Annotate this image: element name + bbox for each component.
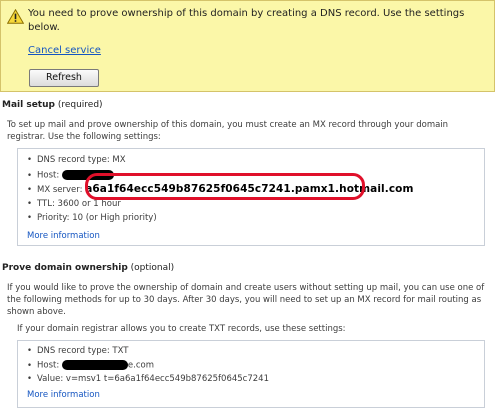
txt-host: • Host: e.com (27, 360, 155, 371)
mail-setup-intro: To set up mail and prove ownership of th… (7, 120, 449, 142)
mx-priority: • Priority: 10 (or High priority) (27, 213, 157, 223)
bullet: • (27, 185, 33, 195)
mx-server: • MX server: a6a1f64ecc549b87625f0645c724… (27, 183, 414, 196)
mail-setup-suffix: (required) (54, 100, 103, 110)
mail-settings-box: • DNS record type: MX • Host: • MX server: … (17, 148, 485, 246)
mail-setup-heading: Mail setup (required) (2, 100, 103, 110)
cancel-service-link[interactable]: Cancel service (28, 45, 101, 56)
bullet: • (27, 199, 33, 209)
warning-banner: You need to prove ownership of this doma… (0, 0, 495, 92)
txt-record-type: • DNS record type: TXT (27, 346, 129, 356)
redaction-mark (61, 170, 114, 180)
mx-record-type: • DNS record type: MX (27, 155, 126, 165)
bullet: • (27, 170, 33, 181)
bullet: • (27, 360, 33, 371)
bullet: • (27, 213, 33, 223)
mail-setup-title: Mail setup (2, 100, 55, 110)
mail-more-information-link[interactable]: More information (27, 231, 100, 241)
warning-triangle-icon (7, 9, 24, 24)
redaction-mark (61, 360, 128, 370)
prove-ownership-suffix: (optional) (127, 263, 175, 273)
bullet: • (27, 346, 33, 356)
txt-settings-box: • DNS record type: TXT • Host: e.com • Valu… (17, 340, 485, 408)
prove-ownership-intro: If you would like to prove the ownership… (7, 283, 485, 317)
txt-value: • Value: v=msv1 t=6a6a1f64ecc549b87625f06… (27, 374, 269, 384)
prove-ownership-heading: Prove domain ownership (optional) (2, 263, 174, 273)
mx-ttl: • TTL: 3600 or 1 hour (27, 199, 121, 209)
mx-host: • Host: (27, 170, 114, 182)
bullet: • (27, 374, 33, 384)
mx-server-value: a6a1f64ecc549b87625f0645c7241.pamx1.hotm… (85, 183, 414, 195)
warning-message: You need to prove ownership of this doma… (28, 8, 465, 33)
txt-record-note: If your domain registrar allows you to c… (17, 324, 346, 334)
prove-ownership-title: Prove domain ownership (2, 263, 128, 273)
refresh-button[interactable]: Refresh (29, 69, 99, 87)
txt-more-information-link[interactable]: More information (27, 390, 100, 400)
bullet: • (27, 155, 33, 165)
